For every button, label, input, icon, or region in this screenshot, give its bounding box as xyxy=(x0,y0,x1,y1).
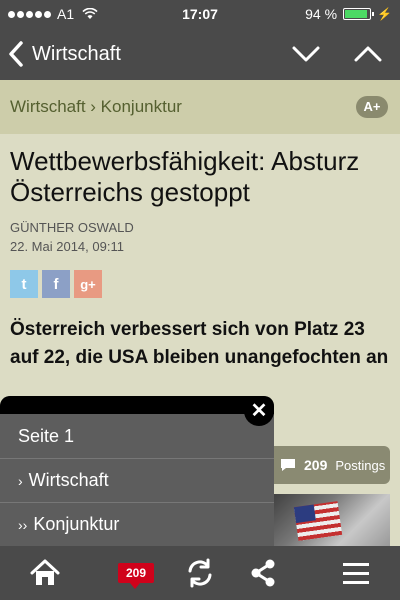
gplus-icon: g+ xyxy=(80,276,96,292)
battery-fill xyxy=(345,10,367,18)
article: Wettbewerbsfähigkeit: Absturz Österreich… xyxy=(10,146,390,372)
comments-tab[interactable]: 209 xyxy=(118,557,158,589)
article-lead: Österreich verbessert sich von Platz 23 … xyxy=(10,319,389,368)
article-author: GÜNTHER OSWALD xyxy=(10,220,134,235)
article-headline: Wettbewerbsfähigkeit: Absturz Österreich… xyxy=(10,146,360,207)
close-menu-button[interactable]: ✕ xyxy=(244,396,274,426)
hamburger-menu-icon[interactable] xyxy=(340,557,372,589)
menu-item-label: Konjunktur xyxy=(33,514,120,534)
breadcrumb-bar: Wirtschaft › Konjunktur A+ xyxy=(0,80,400,134)
close-icon: ✕ xyxy=(250,400,268,422)
status-bar: A1 17:07 94 % ⚡ xyxy=(0,0,400,28)
share-row: t f g+ xyxy=(10,270,390,298)
reload-icon[interactable] xyxy=(184,557,216,589)
share-icon[interactable] xyxy=(247,557,279,589)
speech-bubble-icon xyxy=(281,459,295,471)
tab-bar: 209 xyxy=(0,546,400,600)
nav-bar: Wirtschaft xyxy=(0,28,400,80)
menu-item-label: Wirtschaft xyxy=(28,470,109,490)
double-chevron-right-icon: ›› xyxy=(18,516,28,533)
flag-image xyxy=(293,501,343,541)
facebook-icon: f xyxy=(53,275,59,293)
article-date: 22. Mai 2014, 09:11 xyxy=(10,239,124,254)
back-button-label: Wirtschaft xyxy=(32,42,121,65)
battery-icon xyxy=(343,8,375,20)
gplus-share-button[interactable]: g+ xyxy=(74,270,102,298)
back-button[interactable]: Wirtschaft xyxy=(8,38,121,70)
status-right: 94 % ⚡ xyxy=(305,6,392,22)
chevron-left-icon xyxy=(9,41,23,67)
menu-item-label: Seite 1 xyxy=(18,425,75,446)
menu-item-page-1[interactable]: Seite 1 xyxy=(0,414,274,458)
home-icon[interactable] xyxy=(29,557,61,589)
menu-item-konjunktur[interactable]: ›› Konjunktur xyxy=(0,502,274,546)
battery-percent: 94 % xyxy=(305,6,338,22)
postings-label: Postings xyxy=(335,457,386,473)
postings-button[interactable]: 209 Postings xyxy=(266,446,390,484)
next-article-chevron-down-icon[interactable] xyxy=(290,38,322,70)
twitter-icon: t xyxy=(21,275,27,293)
menu-item-wirtschaft[interactable]: › Wirtschaft xyxy=(0,458,274,502)
charging-icon: ⚡ xyxy=(377,7,392,21)
section-menu: Seite 1 › Wirtschaft ›› Konjunktur xyxy=(0,396,274,546)
previous-article-chevron-up-icon[interactable] xyxy=(352,38,384,70)
twitter-share-button[interactable]: t xyxy=(10,270,38,298)
facebook-share-button[interactable]: f xyxy=(42,270,70,298)
chevron-right-icon: › xyxy=(18,472,23,489)
breadcrumb[interactable]: Wirtschaft › Konjunktur xyxy=(10,97,182,117)
comments-badge: 209 xyxy=(118,563,154,589)
postings-count: 209 xyxy=(304,457,328,473)
article-image[interactable] xyxy=(266,494,390,546)
font-size-button[interactable]: A+ xyxy=(356,96,388,118)
section-menu-header xyxy=(0,396,274,414)
